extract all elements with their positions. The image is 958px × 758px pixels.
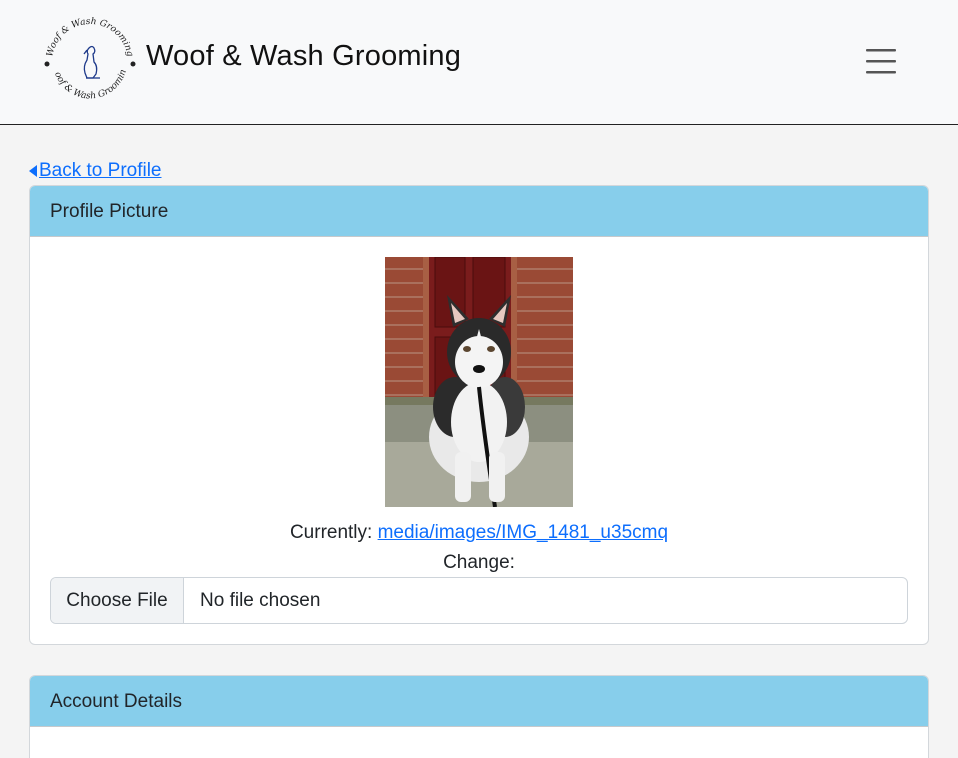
account-details-card: Account Details [29,675,929,758]
svg-text:Woof & Wash Grooming: Woof & Wash Grooming [45,17,134,58]
choose-file-button[interactable]: Choose File [51,578,184,623]
file-status-text: No file chosen [200,590,321,611]
profile-picture-card: Profile Picture Currently: media/images/… [29,185,929,645]
change-label: Change: [443,552,515,573]
brand-logo[interactable]: Woof & Wash Grooming Woof & Wash Groomin… [36,7,140,110]
current-file-row: Currently: media/images/IMG_1481_u35cmq [30,522,928,544]
current-file-link[interactable]: media/images/IMG_1481_u35cmq [378,522,668,543]
card-header-account-details: Account Details [30,676,928,727]
caret-left-icon [29,165,37,177]
card-header-profile-picture: Profile Picture [30,186,928,237]
profile-picture-file-input[interactable]: Choose File No file chosen [50,577,908,624]
navbar: Woof & Wash Grooming Woof & Wash Groomin… [0,0,958,125]
back-to-profile-label: Back to Profile [39,160,162,181]
brand-name[interactable]: Woof & Wash Grooming [146,40,461,73]
profile-picture-image [385,257,573,507]
back-to-profile-link[interactable]: Back to Profile [29,160,162,182]
currently-label: Currently: [289,522,373,543]
hamburger-menu-icon[interactable] [858,41,904,81]
